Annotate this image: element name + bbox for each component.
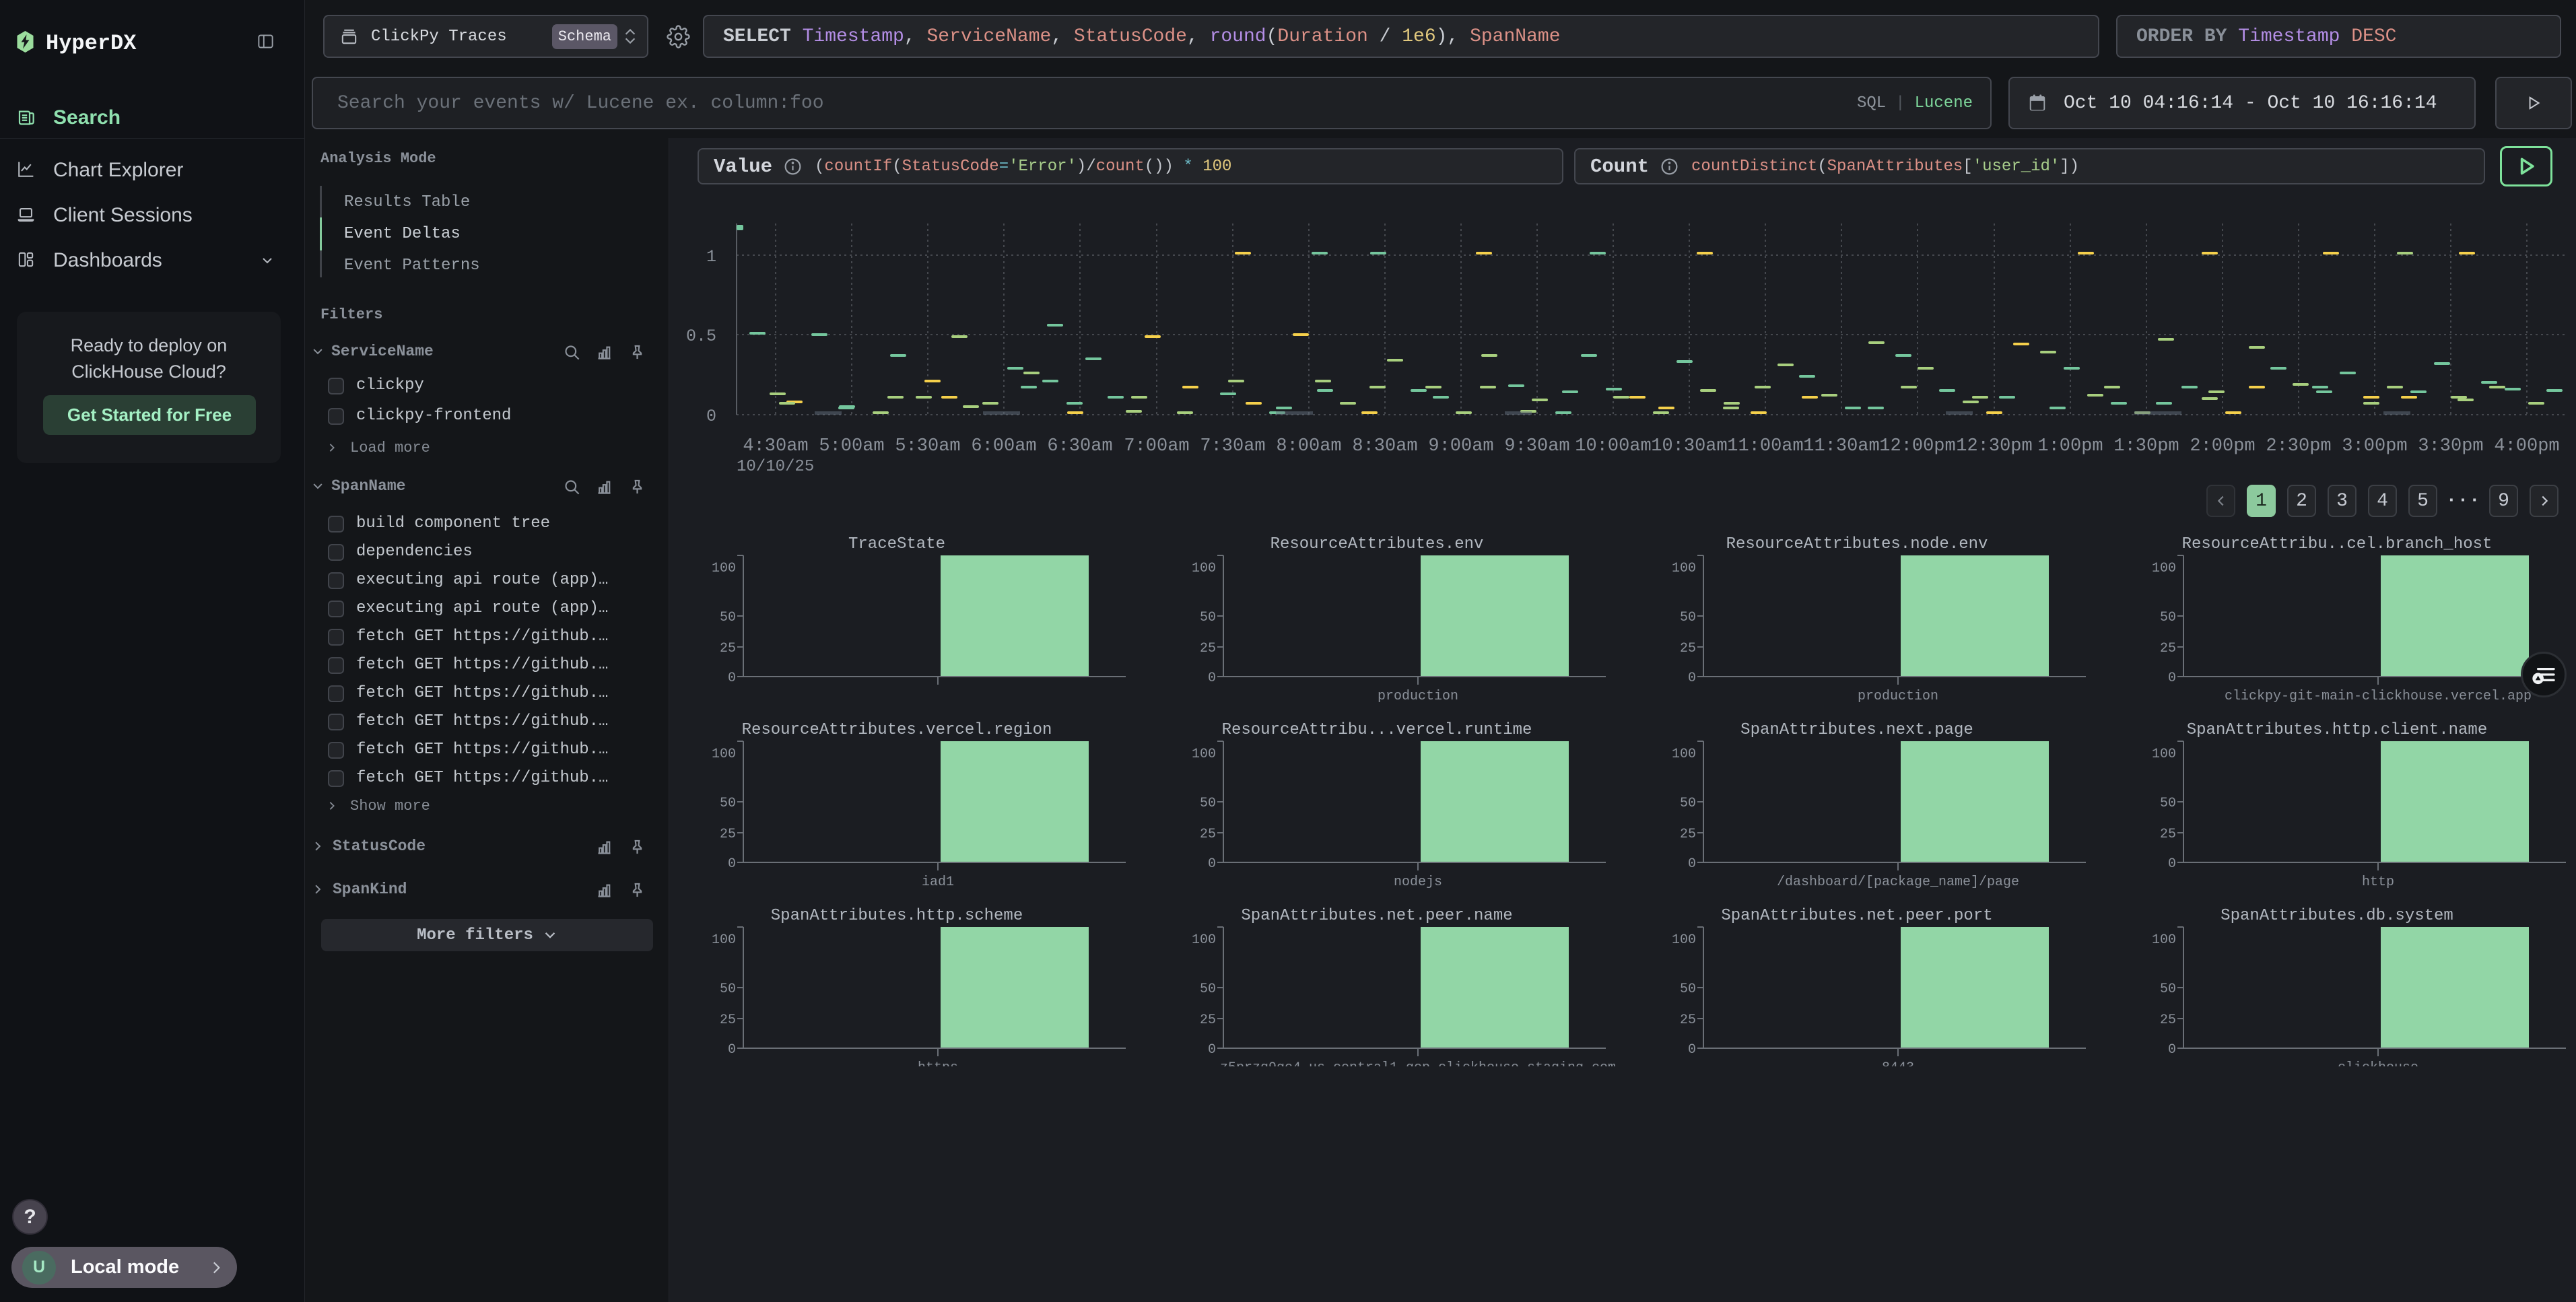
svg-text:ResourceAttributes.env: ResourceAttributes.env xyxy=(1270,535,1484,553)
svg-text:http: http xyxy=(2362,875,2394,890)
svg-text:25: 25 xyxy=(2160,641,2176,656)
svg-text:50: 50 xyxy=(1680,982,1696,997)
svg-text:0: 0 xyxy=(1688,856,1696,872)
svg-text:50: 50 xyxy=(2160,610,2176,625)
svg-text:25: 25 xyxy=(1680,641,1696,656)
svg-text:5:30am: 5:30am xyxy=(895,436,960,456)
svg-text:50: 50 xyxy=(720,610,736,625)
svg-text:50: 50 xyxy=(1200,796,1216,811)
svg-text:50: 50 xyxy=(1680,796,1696,811)
svg-text:100: 100 xyxy=(1192,747,1216,762)
svg-text:9:30am: 9:30am xyxy=(1504,436,1569,456)
svg-text:100: 100 xyxy=(1672,932,1696,948)
svg-text:25: 25 xyxy=(1200,641,1216,656)
svg-text:iad1: iad1 xyxy=(922,875,954,890)
svg-text:100: 100 xyxy=(2152,747,2176,762)
svg-text:100: 100 xyxy=(2152,932,2176,948)
svg-text:50: 50 xyxy=(2160,982,2176,997)
svg-text:TraceState: TraceState xyxy=(848,535,945,553)
svg-text:1: 1 xyxy=(706,247,716,267)
svg-text:0: 0 xyxy=(728,856,736,872)
svg-text:6:30am: 6:30am xyxy=(1047,436,1112,456)
svg-text:2:00pm: 2:00pm xyxy=(2190,436,2255,456)
svg-text:SpanAttributes.http.scheme: SpanAttributes.http.scheme xyxy=(771,907,1023,925)
svg-text:10/10/25: 10/10/25 xyxy=(737,458,814,476)
svg-text:2:30pm: 2:30pm xyxy=(2266,436,2331,456)
svg-text:100: 100 xyxy=(1192,932,1216,948)
svg-text:3:00pm: 3:00pm xyxy=(2342,436,2407,456)
svg-text:ResourceAttributes.node.env: ResourceAttributes.node.env xyxy=(1726,535,1988,553)
svg-text:3:30pm: 3:30pm xyxy=(2418,436,2483,456)
svg-text:0: 0 xyxy=(1688,671,1696,686)
svg-text:25: 25 xyxy=(1200,827,1216,842)
svg-text:SpanAttributes.net.peer.name: SpanAttributes.net.peer.name xyxy=(1241,907,1512,925)
svg-text:0.5: 0.5 xyxy=(686,327,716,346)
svg-text:10:30am: 10:30am xyxy=(1651,436,1727,456)
svg-text:4:30am: 4:30am xyxy=(743,436,808,456)
svg-text:nodejs: nodejs xyxy=(1394,875,1442,890)
svg-text:production: production xyxy=(1858,689,1938,704)
svg-text:0: 0 xyxy=(2168,671,2176,686)
svg-text:100: 100 xyxy=(1672,561,1696,576)
svg-text:ResourceAttributes.vercel.regi: ResourceAttributes.vercel.region xyxy=(742,721,1052,739)
svg-text:100: 100 xyxy=(712,932,736,948)
svg-text:7:00am: 7:00am xyxy=(1124,436,1189,456)
svg-text:ResourceAttribu...vercel.runti: ResourceAttribu...vercel.runtime xyxy=(1222,721,1532,739)
svg-text:0: 0 xyxy=(1208,671,1216,686)
svg-text:25: 25 xyxy=(720,641,736,656)
svg-text:6:00am: 6:00am xyxy=(971,436,1036,456)
svg-text:100: 100 xyxy=(1672,747,1696,762)
svg-text:50: 50 xyxy=(1200,610,1216,625)
svg-text:/dashboard/[package_name]/page: /dashboard/[package_name]/page xyxy=(1777,875,2019,890)
svg-text:100: 100 xyxy=(1192,561,1216,576)
svg-text:25: 25 xyxy=(1200,1013,1216,1028)
svg-text:0: 0 xyxy=(728,671,736,686)
svg-text:8:00am: 8:00am xyxy=(1276,436,1341,456)
svg-text:0: 0 xyxy=(728,1042,736,1058)
svg-text:1:30pm: 1:30pm xyxy=(2113,436,2179,456)
svg-text:100: 100 xyxy=(2152,561,2176,576)
svg-text:50: 50 xyxy=(2160,796,2176,811)
svg-text:11:00am: 11:00am xyxy=(1727,436,1803,456)
svg-text:5:00am: 5:00am xyxy=(819,436,884,456)
svg-text:100: 100 xyxy=(712,561,736,576)
svg-text:1:00pm: 1:00pm xyxy=(2037,436,2103,456)
svg-text:25: 25 xyxy=(2160,1013,2176,1028)
svg-text:SpanAttributes.http.client.nam: SpanAttributes.http.client.name xyxy=(2187,721,2487,739)
svg-text:0: 0 xyxy=(1688,1042,1696,1058)
svg-text:12:30pm: 12:30pm xyxy=(1956,436,2032,456)
svg-text:0: 0 xyxy=(1208,1042,1216,1058)
svg-text:25: 25 xyxy=(2160,827,2176,842)
svg-text:11:30am: 11:30am xyxy=(1803,436,1879,456)
svg-text:0: 0 xyxy=(706,407,716,426)
svg-text:ResourceAttribu..cel.branch_ho: ResourceAttribu..cel.branch_host xyxy=(2182,535,2493,553)
svg-text:50: 50 xyxy=(1680,610,1696,625)
svg-text:25: 25 xyxy=(1680,1013,1696,1028)
svg-text:12:00pm: 12:00pm xyxy=(1879,436,1955,456)
svg-text:9:00am: 9:00am xyxy=(1428,436,1493,456)
svg-text:10:00am: 10:00am xyxy=(1575,436,1651,456)
svg-text:25: 25 xyxy=(1680,827,1696,842)
svg-text:0: 0 xyxy=(1208,856,1216,872)
svg-text:50: 50 xyxy=(720,982,736,997)
svg-text:clickpy-git-main-clickhouse.ve: clickpy-git-main-clickhouse.vercel.app xyxy=(2225,689,2532,704)
svg-text:25: 25 xyxy=(720,827,736,842)
svg-text:50: 50 xyxy=(720,796,736,811)
svg-text:4:00pm: 4:00pm xyxy=(2494,436,2559,456)
svg-text:8:30am: 8:30am xyxy=(1352,436,1417,456)
svg-text:SpanAttributes.next.page: SpanAttributes.next.page xyxy=(1740,721,1973,739)
svg-text:100: 100 xyxy=(712,747,736,762)
svg-text:production: production xyxy=(1378,689,1458,704)
svg-text:SpanAttributes.net.peer.port: SpanAttributes.net.peer.port xyxy=(1721,907,1992,925)
svg-text:0: 0 xyxy=(2168,1042,2176,1058)
svg-text:50: 50 xyxy=(1200,982,1216,997)
svg-text:25: 25 xyxy=(720,1013,736,1028)
svg-text:0: 0 xyxy=(2168,856,2176,872)
svg-text:7:30am: 7:30am xyxy=(1200,436,1265,456)
svg-text:SpanAttributes.db.system: SpanAttributes.db.system xyxy=(2221,907,2453,925)
